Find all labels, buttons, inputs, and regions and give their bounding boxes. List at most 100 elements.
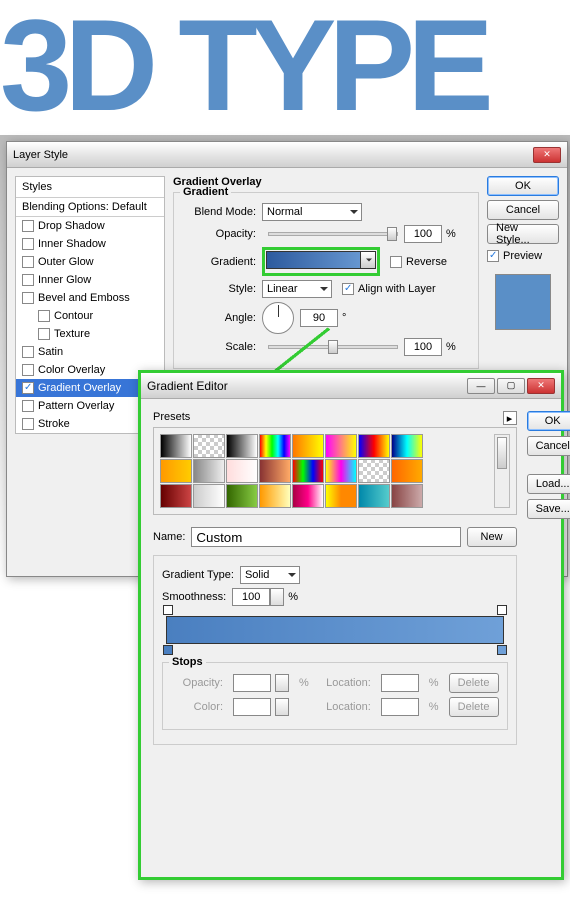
opacity-slider[interactable]: [268, 232, 398, 236]
preset-swatch[interactable]: [226, 459, 258, 483]
gradient-type-label: Gradient Type:: [162, 569, 234, 581]
presets-menu-icon[interactable]: ▸: [503, 411, 517, 425]
style-item-label: Satin: [38, 346, 63, 358]
styles-header[interactable]: Styles: [16, 177, 164, 198]
style-item-inner-shadow[interactable]: Inner Shadow: [16, 235, 164, 253]
style-item-inner-glow[interactable]: Inner Glow: [16, 271, 164, 289]
degree-label: °: [342, 312, 346, 324]
smoothness-value[interactable]: 100: [232, 588, 270, 606]
style-item-label: Stroke: [38, 418, 70, 430]
blend-mode-select[interactable]: Normal: [262, 203, 362, 221]
angle-label: Angle:: [182, 312, 262, 324]
stop-color-spinner: [275, 698, 289, 716]
gradient-picker[interactable]: [266, 251, 376, 269]
smoothness-spinner[interactable]: [270, 588, 284, 606]
reverse-checkbox[interactable]: [390, 256, 402, 268]
cancel-button[interactable]: Cancel: [487, 200, 559, 220]
style-label: Style:: [182, 283, 262, 295]
minimize-icon[interactable]: —: [467, 378, 495, 394]
preset-swatch[interactable]: [259, 459, 291, 483]
close-icon[interactable]: ✕: [533, 147, 561, 163]
preset-swatch[interactable]: [193, 434, 225, 458]
preset-swatch[interactable]: [391, 434, 423, 458]
style-item-outer-glow[interactable]: Outer Glow: [16, 253, 164, 271]
presets-scrollbar[interactable]: [494, 434, 510, 508]
style-checkbox[interactable]: [22, 346, 34, 358]
style-checkbox[interactable]: [22, 382, 34, 394]
scale-value[interactable]: 100: [404, 338, 442, 356]
style-item-label: Texture: [54, 328, 90, 340]
preview-label: Preview: [503, 250, 542, 262]
preview-checkbox[interactable]: [487, 250, 499, 262]
ge-cancel-button[interactable]: Cancel: [527, 436, 570, 456]
preset-swatch[interactable]: [325, 434, 357, 458]
style-checkbox[interactable]: [22, 364, 34, 376]
style-checkbox[interactable]: [38, 328, 50, 340]
close-icon[interactable]: ✕: [527, 378, 555, 394]
style-item-texture[interactable]: Texture: [16, 325, 164, 343]
gradient-editor-titlebar[interactable]: Gradient Editor — ▢ ✕: [141, 373, 561, 399]
opacity-stop-left[interactable]: [163, 605, 173, 615]
style-checkbox[interactable]: [38, 310, 50, 322]
preset-swatch[interactable]: [160, 459, 192, 483]
stop-opacity-value: [233, 674, 271, 692]
style-item-contour[interactable]: Contour: [16, 307, 164, 325]
blending-options-item[interactable]: Blending Options: Default: [16, 198, 164, 217]
color-stop-right[interactable]: [497, 645, 507, 655]
name-input[interactable]: [191, 527, 460, 547]
style-checkbox[interactable]: [22, 400, 34, 412]
style-item-label: Outer Glow: [38, 256, 94, 268]
style-item-label: Inner Shadow: [38, 238, 106, 250]
reverse-label: Reverse: [406, 256, 447, 268]
preset-swatch[interactable]: [292, 459, 324, 483]
gradient-bar[interactable]: [166, 616, 504, 644]
style-item-label: Contour: [54, 310, 93, 322]
preset-swatch[interactable]: [259, 434, 291, 458]
preset-swatch[interactable]: [391, 459, 423, 483]
align-checkbox[interactable]: [342, 283, 354, 295]
preset-swatch[interactable]: [292, 484, 324, 508]
preset-swatch[interactable]: [292, 434, 324, 458]
preset-swatch[interactable]: [226, 434, 258, 458]
style-checkbox[interactable]: [22, 292, 34, 304]
opacity-value[interactable]: 100: [404, 225, 442, 243]
style-checkbox[interactable]: [22, 220, 34, 232]
style-item-label: Bevel and Emboss: [38, 292, 130, 304]
ge-save-button[interactable]: Save...: [527, 499, 570, 519]
style-item-bevel-and-emboss[interactable]: Bevel and Emboss: [16, 289, 164, 307]
new-style-button[interactable]: New Style...: [487, 224, 559, 244]
preset-swatch[interactable]: [325, 484, 357, 508]
maximize-icon[interactable]: ▢: [497, 378, 525, 394]
style-item-drop-shadow[interactable]: Drop Shadow: [16, 217, 164, 235]
preset-swatch[interactable]: [325, 459, 357, 483]
preset-swatch[interactable]: [160, 434, 192, 458]
preset-swatch[interactable]: [193, 459, 225, 483]
opacity-stop-right[interactable]: [497, 605, 507, 615]
new-gradient-button[interactable]: New: [467, 527, 517, 547]
preset-swatch[interactable]: [193, 484, 225, 508]
style-checkbox[interactable]: [22, 418, 34, 430]
ge-ok-button[interactable]: OK: [527, 411, 570, 431]
stop-color-swatch: [233, 698, 271, 716]
style-checkbox[interactable]: [22, 238, 34, 250]
delete-opacity-stop-button: Delete: [449, 673, 499, 693]
layer-style-titlebar[interactable]: Layer Style ✕: [7, 142, 567, 168]
preset-swatch[interactable]: [160, 484, 192, 508]
preset-swatch[interactable]: [259, 484, 291, 508]
stop-color-label: Color:: [171, 701, 229, 713]
layer-style-title: Layer Style: [13, 149, 531, 161]
style-checkbox[interactable]: [22, 274, 34, 286]
preset-swatch[interactable]: [358, 484, 390, 508]
style-item-satin[interactable]: Satin: [16, 343, 164, 361]
smoothness-label: Smoothness:: [162, 591, 226, 603]
color-stop-left[interactable]: [163, 645, 173, 655]
style-checkbox[interactable]: [22, 256, 34, 268]
preset-swatch[interactable]: [391, 484, 423, 508]
ge-load-button[interactable]: Load...: [527, 474, 570, 494]
gradient-type-select[interactable]: Solid: [240, 566, 300, 584]
ok-button[interactable]: OK: [487, 176, 559, 196]
preset-swatch[interactable]: [226, 484, 258, 508]
preset-swatch[interactable]: [358, 459, 390, 483]
preset-swatch[interactable]: [358, 434, 390, 458]
delete-color-stop-button: Delete: [449, 697, 499, 717]
